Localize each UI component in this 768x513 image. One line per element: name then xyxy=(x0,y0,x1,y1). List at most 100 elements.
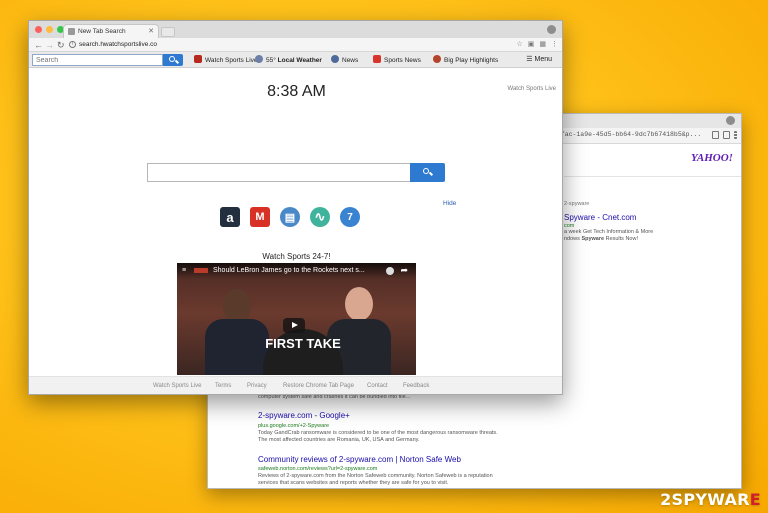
snippet-text: Results Now! xyxy=(604,236,638,242)
tab-title: New Tab Search xyxy=(78,28,126,35)
search-icon xyxy=(423,168,429,174)
video-title[interactable]: Should LeBron James go to the Rockets ne… xyxy=(213,267,365,274)
menu-label: Menu xyxy=(534,56,552,63)
toolbar-local-weather[interactable]: 55° Local Weather xyxy=(255,55,322,66)
person-head xyxy=(345,287,373,321)
snippet-bold: Spyware xyxy=(581,236,605,242)
favicon-icon xyxy=(68,28,75,35)
foreground-browser-window[interactable]: New Tab Search ✕ ← → ↻ i search.hwatchsp… xyxy=(28,20,563,395)
footer-link-restore[interactable]: Restore Chrome Tab Page xyxy=(283,383,354,389)
result-snippet-line1: Today GandCrab ransomware is considered … xyxy=(258,430,498,436)
toolbar-menu-button[interactable]: ☰ Menu xyxy=(526,55,552,65)
back-arrow-icon[interactable]: ← xyxy=(34,39,43,51)
share-icon[interactable]: ➦ xyxy=(400,265,408,276)
toolbar-item-label: Sports News xyxy=(384,57,421,64)
video-title-bar: Should LeBron James go to the Rockets ne… xyxy=(177,263,416,279)
result-title-link[interactable]: Community reviews of 2-spyware.com | Nor… xyxy=(258,455,461,464)
result-snippet-line1: Reviews of 2-spyware.com from the Norton… xyxy=(258,473,493,479)
tab-bar: New Tab Search ✕ xyxy=(29,21,562,38)
more-icon[interactable]: ⋮ xyxy=(551,40,558,49)
2spyware-watermark: 2SPYWARE xyxy=(660,490,761,509)
toolbar-item-label: News xyxy=(342,57,359,64)
minimize-window-button[interactable] xyxy=(46,26,53,33)
hide-shortcuts-link[interactable]: Hide xyxy=(443,200,456,207)
new-tab-button[interactable] xyxy=(161,27,175,37)
football-icon xyxy=(433,55,441,63)
watch-later-icon[interactable] xyxy=(386,267,394,275)
first-take-logo: FIRST TAKE xyxy=(263,329,343,375)
result-label: 2-spyware xyxy=(564,201,590,207)
toolbar-item-label: 55° xyxy=(266,57,278,64)
toolbar-item-label: Watch Sports Live xyxy=(205,57,258,64)
tab-new-tab-search[interactable]: New Tab Search ✕ xyxy=(63,24,159,38)
browser-action-icons: ☆ ▣ ▦ ⋮ xyxy=(516,40,558,49)
pulse-shortcut-icon[interactable]: ∿ xyxy=(310,207,330,227)
footer-link-feedback[interactable]: Feedback xyxy=(403,383,429,389)
clock: 8:38 AM xyxy=(267,83,326,100)
close-tab-icon[interactable]: ✕ xyxy=(148,27,154,35)
result-title-link[interactable]: 2-spyware.com - Google+ xyxy=(258,411,350,420)
url-field[interactable]: i search.hwatchsportslive.co xyxy=(69,40,524,50)
back-url-text[interactable]: 36fac-1a9e-45d5-bb64-9dc7b67418b5&p... xyxy=(553,131,703,142)
extension-icon[interactable] xyxy=(723,131,730,139)
toolbar-item-label-bold: Local Weather xyxy=(277,57,322,64)
sports-news-icon xyxy=(373,55,381,63)
star-icon[interactable]: ☆ xyxy=(516,40,522,49)
tv-icon xyxy=(194,55,202,63)
footer-link-watch-sports-live[interactable]: Watch Sports Live xyxy=(153,383,201,389)
watermark-text-accent: E xyxy=(749,490,761,509)
yahoo-logo[interactable]: YAHOO! xyxy=(691,152,733,164)
gmail-shortcut-icon[interactable]: M xyxy=(250,207,270,227)
result-cite[interactable]: safeweb.norton.com/reviews?url=2-spyware… xyxy=(258,466,377,472)
amazon-shortcut-icon[interactable]: a xyxy=(220,207,240,227)
more-icon[interactable] xyxy=(734,131,737,139)
reload-icon[interactable]: ↻ xyxy=(57,39,65,51)
snippet-text: ndows xyxy=(564,236,582,242)
channel-badge xyxy=(194,268,208,273)
extension-icon[interactable]: ▣ xyxy=(528,40,535,49)
profile-icon[interactable] xyxy=(726,116,735,125)
video-player[interactable]: FIRST TAKE Should LeBron James go to the… xyxy=(177,263,416,375)
toolbar-watch-sports-live[interactable]: Watch Sports Live xyxy=(194,55,258,66)
address-bar: ← → ↻ i search.hwatchsportslive.co ☆ ▣ ▦… xyxy=(29,38,562,52)
video-heading: Watch Sports 24-7! xyxy=(262,252,331,261)
extension-icon[interactable]: ▦ xyxy=(539,40,546,49)
toolbar-big-play-highlights[interactable]: Big Play Highlights xyxy=(433,55,498,66)
result-snippet-line2: The most affected countries are Romania,… xyxy=(258,437,420,443)
main-search-button[interactable] xyxy=(410,163,445,182)
window-controls xyxy=(35,26,64,33)
footer: Watch Sports Live Terms Privacy Restore … xyxy=(29,376,562,394)
search-icon xyxy=(169,56,175,62)
toolbar-search-input[interactable] xyxy=(32,54,163,66)
result-snippet-line2: ndows Spyware Results Now! xyxy=(564,236,638,243)
url-text[interactable]: search.hwatchsportslive.co xyxy=(79,41,157,48)
watch-sports-live-link[interactable]: Watch Sports Live xyxy=(508,86,556,92)
divider xyxy=(564,176,741,177)
info-icon[interactable]: i xyxy=(69,41,76,48)
play-icon[interactable] xyxy=(283,318,305,333)
back-toolbar-icons xyxy=(712,131,737,139)
toolbar-item-label: Big Play Highlights xyxy=(444,57,499,64)
footer-link-contact[interactable]: Contact xyxy=(367,383,388,389)
forward-arrow-icon[interactable]: → xyxy=(45,39,54,51)
profile-icon[interactable] xyxy=(547,25,556,34)
close-window-button[interactable] xyxy=(35,26,42,33)
window-shortcut-icon[interactable]: ▤ xyxy=(280,207,300,227)
footer-link-privacy[interactable]: Privacy xyxy=(247,383,267,389)
playlist-icon[interactable]: ≡ xyxy=(182,267,186,274)
toolbar-search-button[interactable] xyxy=(163,54,183,66)
person-left xyxy=(205,285,269,375)
main-search-input[interactable] xyxy=(147,163,411,182)
toolbar-news[interactable]: News xyxy=(331,55,358,66)
new-tab-page: 8:38 AM Watch Sports Live Hide a M ▤ ∿ 7… xyxy=(29,68,562,394)
toolbar-sports-news[interactable]: Sports News xyxy=(373,55,421,66)
result-title-link[interactable]: Spyware - Cnet.com xyxy=(564,213,636,222)
news-icon xyxy=(331,55,339,63)
bookmark-icon[interactable] xyxy=(712,131,719,139)
calendar-shortcut-icon[interactable]: 7 xyxy=(340,207,360,227)
person-suit xyxy=(205,319,269,375)
footer-link-terms[interactable]: Terms xyxy=(215,383,231,389)
result-cite[interactable]: plus.google.com/+2-Spyware xyxy=(258,423,329,429)
weather-icon xyxy=(255,55,263,63)
watermark-text: 2SPYWAR xyxy=(660,490,750,509)
